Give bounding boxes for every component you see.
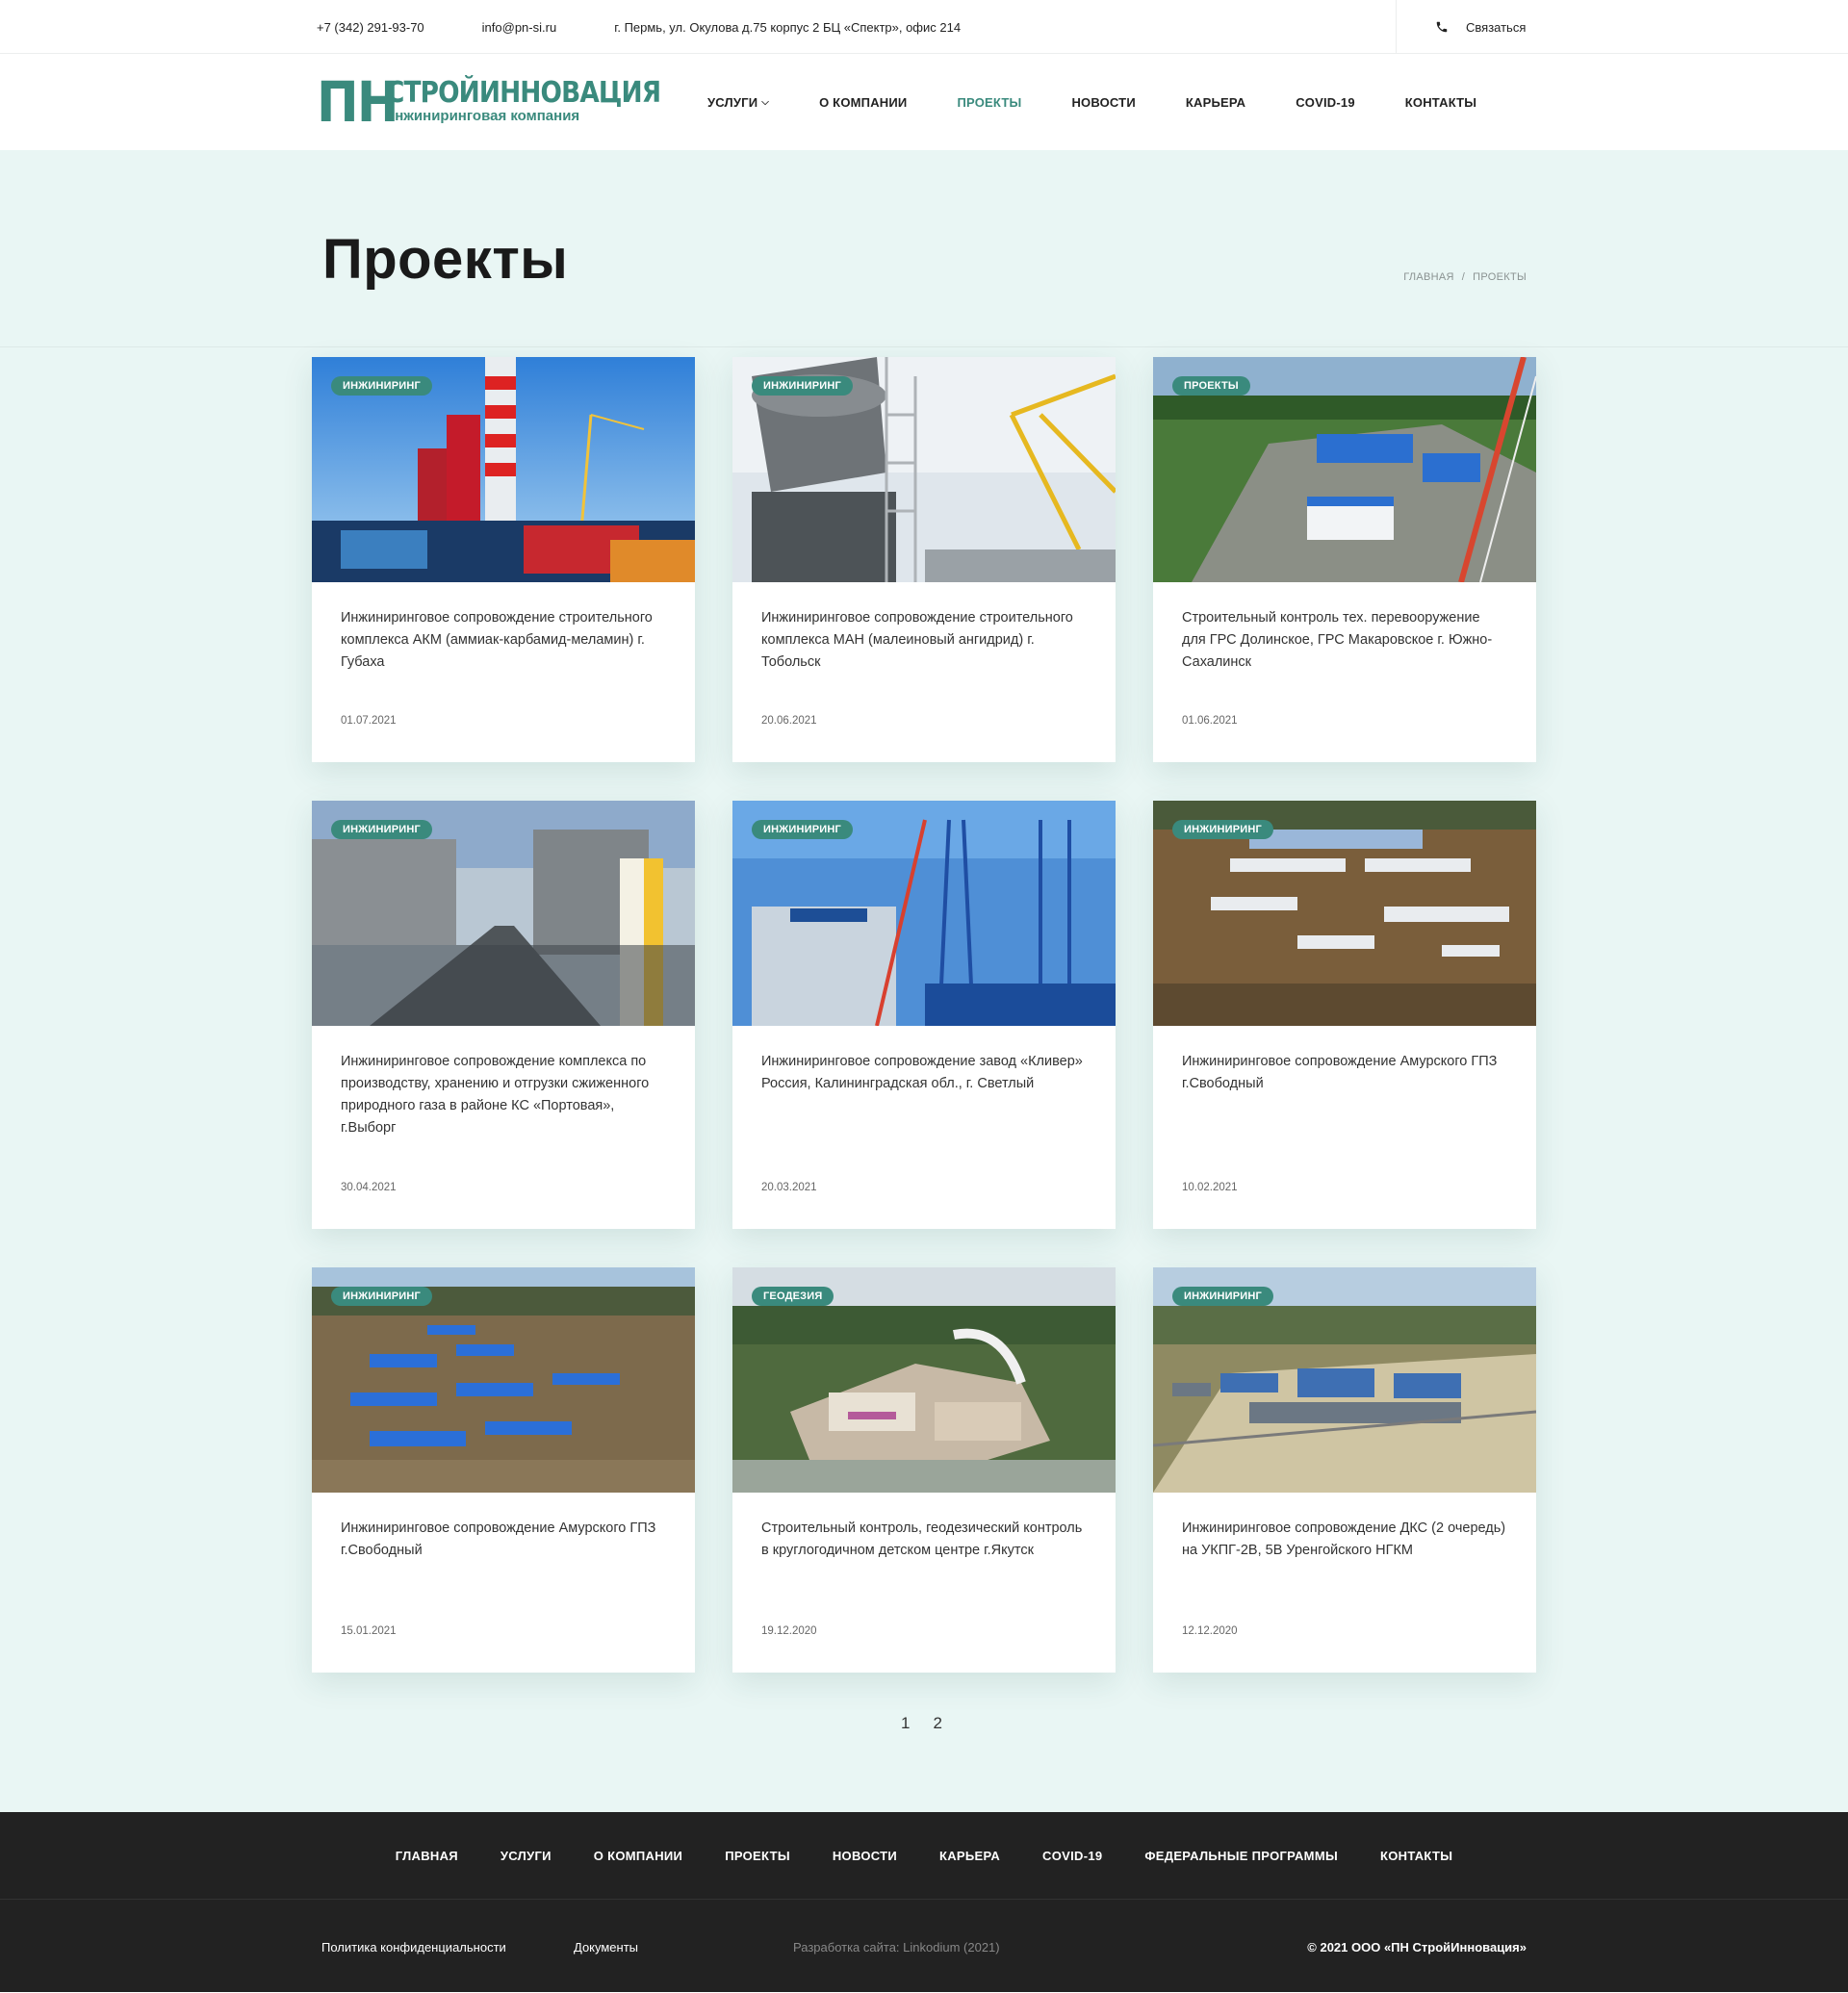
breadcrumb-separator: / (1461, 271, 1466, 283)
category-badge[interactable]: ПРОЕКТЫ (1172, 376, 1250, 396)
projects-grid: ИНЖИНИРИНГ Инжиниринговое сопровождение … (0, 347, 1848, 1812)
project-card[interactable]: ИНЖИНИРИНГ Инжиниринговое сопровождение … (312, 357, 695, 762)
breadcrumb-current: ПРОЕКТЫ (1473, 271, 1527, 283)
project-date: 20.06.2021 (761, 715, 817, 727)
pagination: 12 (901, 1714, 965, 1733)
project-card[interactable]: ПРОЕКТЫ Строительный контроль тех. перев… (1153, 357, 1536, 762)
documents-link[interactable]: Документы (574, 1940, 638, 1955)
nav-about[interactable]: О КОМПАНИИ (819, 95, 907, 110)
nav-covid[interactable]: COVID-19 (1296, 95, 1355, 110)
project-image[interactable]: ГЕОДЕЗИЯ (732, 1267, 1116, 1493)
project-title[interactable]: Инжиниринговое сопровождение строительно… (341, 607, 666, 674)
category-badge[interactable]: ИНЖИНИРИНГ (752, 376, 853, 396)
category-badge[interactable]: ИНЖИНИРИНГ (752, 820, 853, 839)
project-title[interactable]: Строительный контроль, геодезический кон… (761, 1518, 1087, 1562)
project-card[interactable]: ИНЖИНИРИНГ Инжиниринговое сопровождение … (312, 801, 695, 1229)
nav-contacts[interactable]: КОНТАКТЫ (1405, 95, 1476, 110)
project-title[interactable]: Инжиниринговое сопровождение строительно… (761, 607, 1087, 674)
project-title[interactable]: Инжиниринговое сопровождение комплекса п… (341, 1051, 666, 1139)
footer-nav-federal[interactable]: ФЕДЕРАЛЬНЫЕ ПРОГРАММЫ (1144, 1849, 1338, 1863)
project-card[interactable]: ИНЖИНИРИНГ Инжиниринговое сопровождение … (732, 801, 1116, 1229)
phone-link[interactable]: +7 (342) 291-93-70 (317, 20, 424, 35)
project-title[interactable]: Строительный контроль тех. перевооружени… (1182, 607, 1507, 674)
logo-mark: ПН (317, 69, 399, 135)
project-date: 12.12.2020 (1182, 1625, 1238, 1637)
project-title[interactable]: Инжиниринговое сопровождение ДКС (2 очер… (1182, 1518, 1507, 1562)
project-card[interactable]: ГЕОДЕЗИЯ Строительный контроль, геодезич… (732, 1267, 1116, 1673)
footer-nav-services[interactable]: УСЛУГИ (500, 1849, 552, 1863)
developer-credit[interactable]: Разработка сайта: Linkodium (2021) (793, 1940, 1000, 1955)
footer-nav: ГЛАВНАЯ УСЛУГИ О КОМПАНИИ ПРОЕКТЫ НОВОСТ… (0, 1812, 1848, 1900)
page-title: Проекты (322, 228, 569, 291)
chevron-down-icon: ⌵ (761, 96, 770, 108)
footer-nav-news[interactable]: НОВОСТИ (833, 1849, 897, 1863)
email-link[interactable]: info@pn-si.ru (482, 20, 557, 35)
project-date: 01.06.2021 (1182, 715, 1238, 727)
footer-nav-contacts[interactable]: КОНТАКТЫ (1380, 1849, 1452, 1863)
footer-bottom: Политика конфиденциальности Документы Ра… (0, 1900, 1848, 1992)
page-1-link[interactable]: 1 (901, 1714, 910, 1732)
top-bar: +7 (342) 291-93-70 info@pn-si.ru г. Перм… (0, 0, 1848, 54)
page-header: Проекты ГЛАВНАЯ / ПРОЕКТЫ (0, 150, 1848, 347)
project-card[interactable]: ИНЖИНИРИНГ Инжиниринговое сопровождение … (1153, 1267, 1536, 1673)
category-badge[interactable]: ИНЖИНИРИНГ (331, 1287, 432, 1306)
breadcrumb: ГЛАВНАЯ / ПРОЕКТЫ (1403, 271, 1527, 283)
project-image[interactable]: ИНЖИНИРИНГ (312, 357, 695, 582)
logo-tagline: инжиниринговая компания (386, 108, 580, 124)
category-badge[interactable]: ИНЖИНИРИНГ (331, 820, 432, 839)
nav-services-label: УСЛУГИ (707, 94, 758, 110)
page-2-link[interactable]: 2 (933, 1714, 941, 1732)
footer-nav-covid[interactable]: COVID-19 (1042, 1849, 1102, 1863)
project-date: 20.03.2021 (761, 1182, 817, 1193)
project-image[interactable]: ИНЖИНИРИНГ (1153, 1267, 1536, 1493)
project-date: 01.07.2021 (341, 715, 397, 727)
category-badge[interactable]: ИНЖИНИРИНГ (1172, 820, 1273, 839)
nav-projects[interactable]: ПРОЕКТЫ (957, 95, 1021, 110)
breadcrumb-home[interactable]: ГЛАВНАЯ (1403, 271, 1454, 283)
nav-services[interactable]: УСЛУГИ ⌵ (707, 95, 769, 110)
phone-icon (1436, 21, 1448, 33)
site-logo[interactable]: ПН СТРОЙИННОВАЦИЯ инжиниринговая компани… (317, 69, 698, 135)
project-date: 19.12.2020 (761, 1625, 817, 1637)
category-badge[interactable]: ИНЖИНИРИНГ (1172, 1287, 1273, 1306)
nav-news[interactable]: НОВОСТИ (1071, 95, 1135, 110)
project-date: 15.01.2021 (341, 1625, 397, 1637)
project-card[interactable]: ИНЖИНИРИНГ Инжиниринговое сопровождение … (1153, 801, 1536, 1229)
project-image[interactable]: ИНЖИНИРИНГ (732, 801, 1116, 1026)
address-text: г. Пермь, ул. Окулова д.75 корпус 2 БЦ «… (614, 19, 962, 35)
privacy-link[interactable]: Политика конфиденциальности (321, 1940, 506, 1955)
contact-button[interactable]: Связаться (1396, 0, 1848, 54)
nav-career[interactable]: КАРЬЕРА (1186, 95, 1245, 110)
category-badge[interactable]: ГЕОДЕЗИЯ (752, 1287, 834, 1306)
project-title[interactable]: Инжиниринговое сопровождение Амурского Г… (1182, 1051, 1507, 1095)
category-badge[interactable]: ИНЖИНИРИНГ (331, 376, 432, 396)
main-nav: УСЛУГИ ⌵ О КОМПАНИИ ПРОЕКТЫ НОВОСТИ КАРЬЕ… (707, 54, 1527, 150)
footer-nav-projects[interactable]: ПРОЕКТЫ (725, 1849, 790, 1863)
footer-nav-about[interactable]: О КОМПАНИИ (594, 1849, 682, 1863)
project-card[interactable]: ИНЖИНИРИНГ Инжиниринговое сопровождение … (732, 357, 1116, 762)
project-date: 10.02.2021 (1182, 1182, 1238, 1193)
project-image[interactable]: ИНЖИНИРИНГ (312, 1267, 695, 1493)
project-image[interactable]: ИНЖИНИРИНГ (732, 357, 1116, 582)
project-date: 30.04.2021 (341, 1182, 397, 1193)
copyright: © 2021 ООО «ПН СтройИнновация» (1307, 1940, 1527, 1955)
project-title[interactable]: Инжиниринговое сопровождение завод «Клив… (761, 1051, 1087, 1095)
project-image[interactable]: ИНЖИНИРИНГ (1153, 801, 1536, 1026)
project-image[interactable]: ИНЖИНИРИНГ (312, 801, 695, 1026)
contact-label: Связаться (1466, 19, 1527, 35)
project-image[interactable]: ПРОЕКТЫ (1153, 357, 1536, 582)
logo-brand: СТРОЙИННОВАЦИЯ (386, 76, 661, 110)
footer-nav-home[interactable]: ГЛАВНАЯ (396, 1849, 458, 1863)
main-header: ПН СТРОЙИННОВАЦИЯ инжиниринговая компани… (0, 54, 1848, 150)
project-title[interactable]: Инжиниринговое сопровождение Амурского Г… (341, 1518, 666, 1562)
project-card[interactable]: ИНЖИНИРИНГ Инжиниринговое сопровождение … (312, 1267, 695, 1673)
footer-nav-career[interactable]: КАРЬЕРА (939, 1849, 1000, 1863)
